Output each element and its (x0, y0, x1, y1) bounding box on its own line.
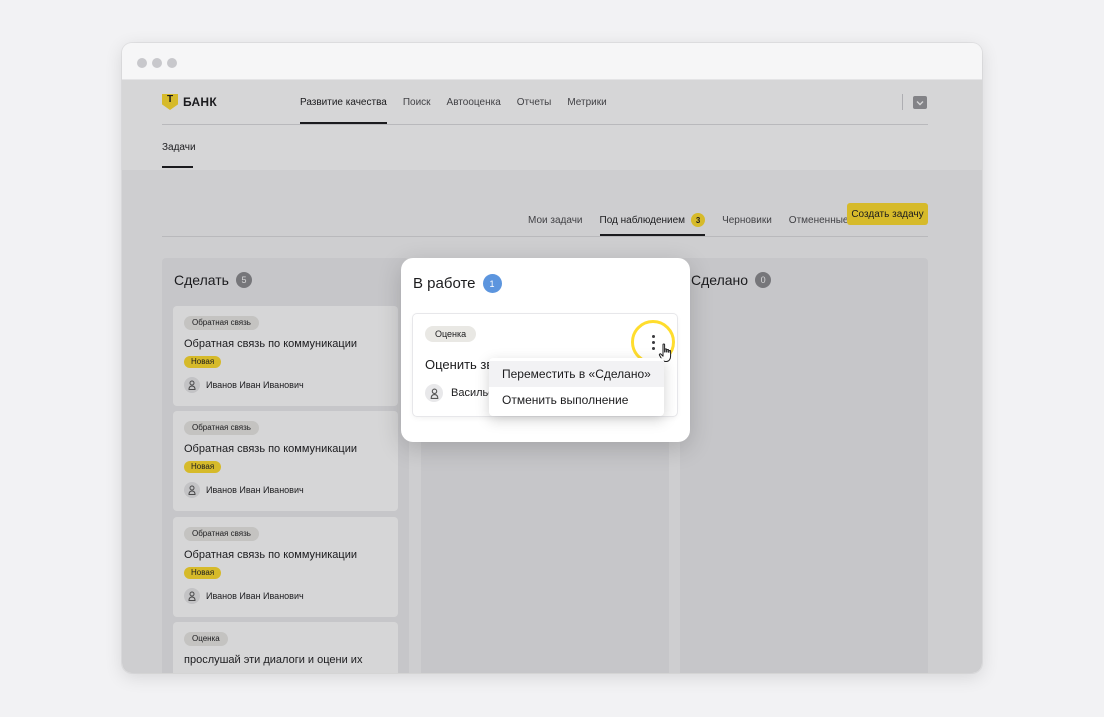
column-header: Сделано 0 (691, 272, 772, 288)
kebab-menu-icon (651, 334, 655, 350)
column-count-badge: 1 (482, 274, 502, 293)
category-chip: Оценка (425, 326, 477, 342)
category-chip: Оценка (184, 632, 228, 646)
window-titlebar (122, 43, 982, 80)
tab-watching[interactable]: Под наблюдением 3 (599, 204, 706, 236)
category-chip: Обратная связь (184, 527, 259, 541)
task-assignee: Иванов Иван Иванович (184, 588, 304, 604)
status-badge: Новая (184, 461, 222, 473)
menu-item-move-to-done[interactable]: Переместить в «Сделано» (489, 361, 664, 387)
app-root: Т БАНК Развитие качества Поиск Автооценк… (122, 80, 982, 673)
task-card[interactable]: Обратная связь Обратная связь по коммуни… (173, 517, 398, 617)
column-count-badge: 0 (755, 272, 772, 288)
tab-label: Отмененные (788, 214, 849, 226)
task-title: Обратная связь по коммуникации (184, 338, 358, 350)
task-card[interactable]: Обратная связь Обратная связь по коммуни… (173, 411, 398, 511)
status-badge: Новая (184, 356, 222, 368)
tab-label: Мои задачи (528, 214, 583, 226)
menu-item-cancel-progress[interactable]: Отменить выполнение (489, 387, 664, 413)
category-chip: Обратная связь (184, 421, 259, 435)
profile-menu-button[interactable] (913, 96, 927, 109)
column-count-badge: 5 (235, 272, 252, 288)
task-card[interactable]: Обратная связь Обратная связь по коммуни… (173, 306, 398, 406)
task-title: прослушай эти диалоги и оцени их (184, 654, 363, 666)
window-close-dot[interactable] (137, 58, 147, 68)
assignee-name: Иванов Иван Иванович (206, 485, 304, 495)
user-icon (425, 384, 443, 402)
logo-shield-icon: Т (162, 94, 178, 110)
column-header: Сделать 5 (174, 272, 252, 288)
tab-cancelled[interactable]: Отмененные (789, 204, 849, 236)
tab-my-tasks[interactable]: Мои задачи (528, 204, 583, 236)
app-header: Т БАНК Развитие качества Поиск Автооценк… (122, 80, 982, 170)
column-done: Сделано 0 (680, 258, 928, 673)
column-header: В работе 1 (413, 274, 502, 293)
task-filter-tabs: Мои задачи Под наблюдением 3 Черновики О… (528, 204, 848, 236)
card-context-menu: Переместить в «Сделано» Отменить выполне… (489, 358, 664, 416)
window-minimize-dot[interactable] (152, 58, 162, 68)
user-icon (184, 482, 200, 498)
task-card[interactable]: Оценка прослушай эти диалоги и оцени их (173, 622, 398, 673)
column-title: В работе (413, 275, 476, 292)
tab-label: Под наблюдением (599, 214, 686, 226)
chevron-down-icon (916, 100, 924, 105)
task-title: Обратная связь по коммуникации (184, 549, 358, 561)
nav-item-metrics[interactable]: Метрики (567, 97, 606, 124)
category-chip: Обратная связь (184, 316, 259, 330)
task-title: Обратная связь по коммуникации (184, 443, 358, 455)
subtab-active-indicator (162, 166, 193, 168)
browser-window: Т БАНК Развитие качества Поиск Автооценк… (122, 43, 982, 673)
nav-item-autoscore[interactable]: Автооценка (447, 97, 501, 124)
task-assignee: Иванов Иван Иванович (184, 482, 304, 498)
create-task-button[interactable]: Создать задачу (847, 203, 928, 225)
header-divider (902, 94, 903, 110)
assignee-name: Иванов Иван Иванович (206, 380, 304, 390)
column-title: Сделано (691, 272, 749, 288)
nav-item-quality[interactable]: Развитие качества (300, 97, 387, 124)
watching-count-badge: 3 (691, 213, 706, 227)
column-title: Сделать (174, 272, 229, 288)
main-nav: Развитие качества Поиск Автооценка Отчет… (300, 97, 607, 124)
assignee-name: Иванов Иван Иванович (206, 591, 304, 601)
tabs-separator (162, 236, 928, 237)
nav-item-reports[interactable]: Отчеты (517, 97, 552, 124)
bank-logo[interactable]: Т БАНК (162, 94, 217, 110)
status-badge: Новая (184, 567, 222, 579)
tab-label: Черновики (722, 214, 772, 226)
user-icon (184, 588, 200, 604)
task-assignee: Иванов Иван Иванович (184, 377, 304, 393)
user-icon (184, 377, 200, 393)
logo-letter: Т (166, 94, 174, 105)
header-separator (162, 124, 928, 125)
tab-drafts[interactable]: Черновики (722, 204, 772, 236)
nav-item-search[interactable]: Поиск (403, 97, 431, 124)
logo-text: БАНК (183, 95, 218, 109)
task-title: Оценить зв (425, 357, 494, 372)
subtab-tasks[interactable]: Задачи (162, 142, 196, 153)
column-todo: Сделать 5 Обратная связь Обратная связь … (162, 258, 409, 673)
window-zoom-dot[interactable] (167, 58, 177, 68)
